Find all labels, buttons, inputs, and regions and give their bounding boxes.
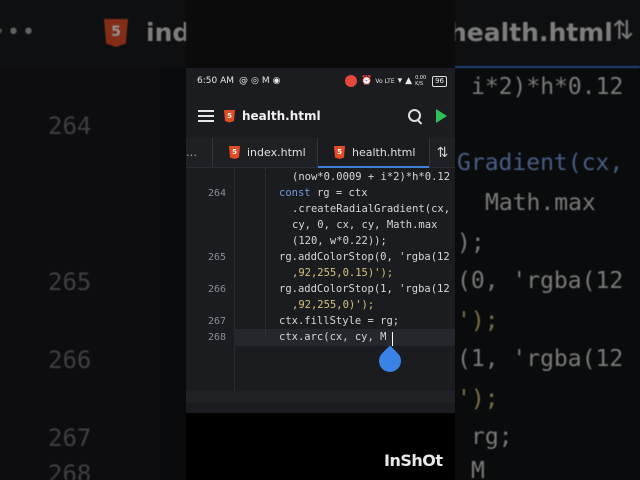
code-line: ,92,255,0.15)'); bbox=[292, 267, 394, 279]
code-line: ctx.arc(cx, cy, M bbox=[279, 331, 387, 343]
background-left-blur: ••• 5 index 264 265 266 267 268 bbox=[0, 0, 186, 480]
battery-icon: 96 bbox=[432, 75, 447, 87]
tab-health-html[interactable]: 5 health.html bbox=[318, 138, 430, 168]
play-icon[interactable] bbox=[436, 109, 447, 123]
search-icon[interactable] bbox=[406, 107, 424, 125]
tab-index-html[interactable]: 5 index.html bbox=[213, 138, 318, 167]
notification-icon: ◎ bbox=[251, 76, 259, 86]
code-token: rg = ctx bbox=[316, 187, 368, 199]
menu-icon[interactable] bbox=[198, 107, 214, 125]
html5-icon: 5 bbox=[224, 109, 235, 123]
sort-icon[interactable]: ⇅ bbox=[430, 138, 455, 167]
line-number: 266 bbox=[207, 284, 226, 295]
volte-icon: Vo LTE bbox=[375, 77, 395, 85]
app-bar: 5 health.html bbox=[186, 94, 455, 138]
tab-label: health.html bbox=[352, 146, 416, 159]
line-number: 267 bbox=[207, 316, 226, 327]
wifi-icon: ▾ bbox=[397, 76, 403, 86]
watermark: InShOt bbox=[384, 451, 443, 470]
horizontal-scrollbar[interactable] bbox=[186, 391, 455, 403]
code-line: (now*0.0009 + i*2)*h*0.12 bbox=[292, 171, 451, 183]
code-line: (120, w*0.22)); bbox=[292, 235, 387, 247]
tab-label: index.html bbox=[247, 146, 306, 159]
network-speed: 0.00 K/S bbox=[415, 75, 427, 87]
status-time: 6:50 AM bbox=[197, 76, 234, 86]
code-line: rg.addColorStop(0, 'rgba(12 bbox=[279, 251, 450, 263]
file-title: health.html bbox=[242, 109, 321, 123]
code-line: ,92,255,0)'); bbox=[292, 299, 375, 311]
text-caret bbox=[392, 332, 393, 346]
indent-guide bbox=[265, 168, 266, 336]
gmail-icon: M bbox=[261, 76, 270, 86]
tab-bar: … 5 index.html 5 health.html ⇅ bbox=[186, 138, 455, 168]
screen-record-icon bbox=[345, 75, 358, 87]
line-number: 268 bbox=[207, 332, 226, 343]
background-right-blur: health.html ⇅ i*2)*h*0.12 Gradient(cx, M… bbox=[455, 0, 640, 480]
phone-screen: 6:50 AM @ ◎ M ◉ ⏰ Vo LTE ▾ ▲ 0.00 K/S 96… bbox=[186, 68, 455, 413]
line-number: 265 bbox=[207, 252, 226, 263]
code-editor[interactable]: 264 265 266 267 268 (now*0.0009 + i*2)*h… bbox=[186, 168, 455, 403]
html5-icon: 5 bbox=[229, 146, 240, 159]
code-line: ctx.fillStyle = rg; bbox=[279, 315, 400, 327]
cursor-handle[interactable] bbox=[374, 345, 406, 377]
line-number: 264 bbox=[207, 188, 226, 199]
status-bar: 6:50 AM @ ◎ M ◉ ⏰ Vo LTE ▾ ▲ 0.00 K/S 96 bbox=[186, 68, 455, 94]
code-line: .createRadialGradient(cx, bbox=[292, 203, 451, 215]
code-line: rg.addColorStop(1, 'rgba(12 bbox=[279, 283, 450, 295]
html5-icon: 5 bbox=[334, 146, 345, 159]
notification-icon: ◉ bbox=[272, 76, 281, 86]
signal-icon: ▲ bbox=[405, 76, 413, 86]
code-line: const rg = ctx bbox=[279, 187, 368, 199]
notification-icon: @ bbox=[239, 76, 248, 86]
tab-previous[interactable]: … bbox=[186, 138, 213, 167]
code-line: cy, 0, cx, cy, Math.max bbox=[292, 219, 438, 231]
alarm-icon: ⏰ bbox=[361, 76, 373, 86]
